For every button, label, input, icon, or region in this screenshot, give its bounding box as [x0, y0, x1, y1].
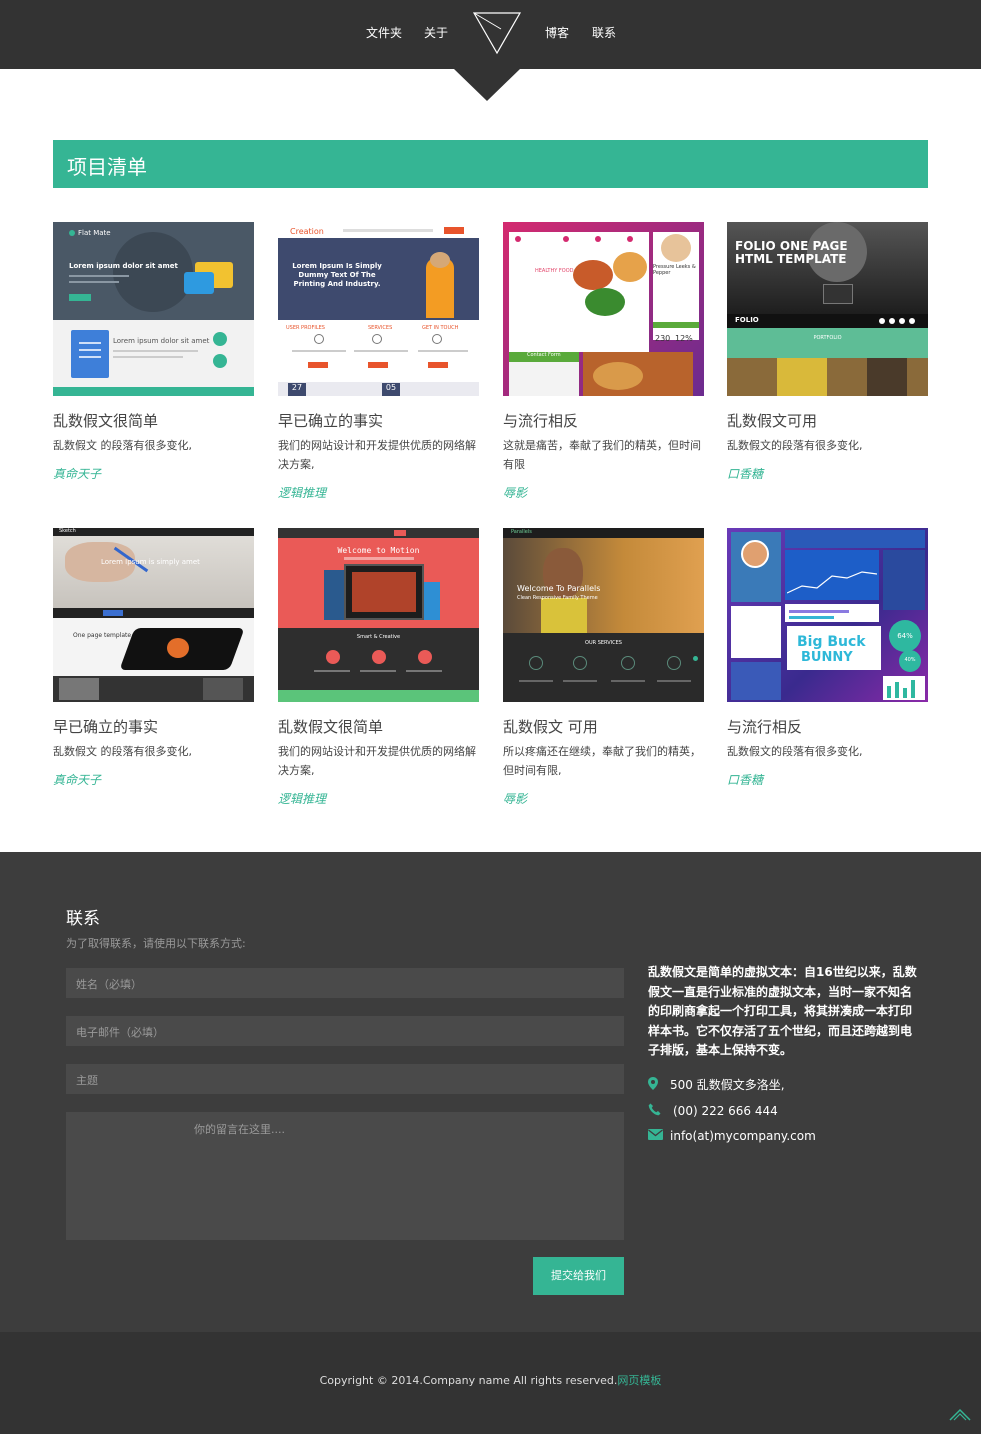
contact-title: 联系 [66, 909, 100, 929]
phone-text: (00) 222 666 444 [673, 1104, 778, 1118]
portfolio-card-3[interactable]: HEALTHY FOOD Pressure Leeks & Pepper 230… [503, 222, 704, 500]
card-title-5[interactable]: 早已确立的事实 [53, 716, 158, 737]
nav-item-contact[interactable]: 联系 [592, 24, 616, 41]
address-line: 500 乱数假文多洛坐, [648, 1076, 785, 1093]
nav-notch [454, 69, 520, 101]
portfolio-card-2[interactable]: Creation Lorem Ipsum Is Simply Dummy Tex… [278, 222, 479, 500]
card-title-8[interactable]: 与流行相反 [727, 716, 802, 737]
address-text: 500 乱数假文多洛坐, [670, 1078, 785, 1092]
subject-input[interactable]: 主题 [66, 1064, 624, 1094]
card-title-7[interactable]: 乱数假文 可用 [503, 716, 598, 737]
name-input[interactable]: 姓名（必填） [66, 968, 624, 998]
card-title-4[interactable]: 乱数假文可用 [727, 410, 817, 431]
copyright: Copyright © 2014.Company name All rights… [0, 1372, 981, 1388]
portfolio-card-8[interactable]: Big Buck BUNNY 64% 40% 与流行相反 乱数假文的段落有很多变… [727, 528, 928, 787]
card-thumbnail-8[interactable]: Big Buck BUNNY 64% 40% [727, 528, 928, 702]
card-tag-1[interactable]: 真命天子 [53, 465, 101, 482]
back-to-top-icon[interactable] [949, 1406, 971, 1421]
portfolio-header: 项目清单 [53, 140, 928, 188]
message-textarea[interactable]: 你的留言在这里.... [66, 1112, 624, 1240]
phone-line: (00) 222 666 444 [648, 1103, 778, 1119]
nav-item-folder[interactable]: 文件夹 [366, 24, 402, 41]
email-line: info(at)mycompany.com [648, 1129, 816, 1143]
card-title-6[interactable]: 乱数假文很简单 [278, 716, 383, 737]
map-pin-icon [648, 1076, 670, 1093]
card-tag-5[interactable]: 真命天子 [53, 771, 101, 788]
submit-button[interactable]: 提交给我们 [533, 1257, 624, 1295]
portfolio-card-6[interactable]: Welcome to Motion Smart & Creative 乱数假文很… [278, 528, 479, 806]
card-desc-4: 乱数假文的段落有很多变化, [727, 439, 863, 452]
card-desc-1: 乱数假文 的段落有很多变化, [53, 439, 192, 452]
portfolio-card-5[interactable]: Sketch Lorem Ipsum is simply amet One pa… [53, 528, 254, 787]
portfolio-title: 项目清单 [67, 155, 147, 179]
contact-section: 联系 为了取得联系，请使用以下联系方式: 姓名（必填） 电子邮件（必填） 主题 … [0, 852, 981, 1332]
top-nav: 文件夹 关于 博客 联系 [0, 0, 981, 69]
card-desc-6: 我们的网站设计和开发提供优质的网络解决方案, [278, 745, 476, 777]
card-desc-5: 乱数假文 的段落有很多变化, [53, 745, 192, 758]
about-text: 乱数假文是简单的虚拟文本：自16世纪以来，乱数假文一直是行业标准的虚拟文本，当时… [648, 965, 917, 1057]
logo-triangle-icon[interactable] [472, 11, 522, 55]
contact-subtitle: 为了取得联系，请使用以下联系方式: [66, 937, 246, 950]
card-title-1[interactable]: 乱数假文很简单 [53, 410, 158, 431]
card-title-3[interactable]: 与流行相反 [503, 410, 578, 431]
card-thumbnail-4[interactable]: FOLIO ONE PAGE HTML TEMPLATE FOLIO PORTF… [727, 222, 928, 396]
card-thumbnail-1[interactable]: Flat Mate Lorem ipsum dolor sit amet Lor… [53, 222, 254, 396]
card-tag-8[interactable]: 口香糖 [727, 771, 763, 788]
card-tag-7[interactable]: 辱影 [503, 790, 527, 807]
card-tag-2[interactable]: 逻辑推理 [278, 484, 326, 501]
card-thumbnail-5[interactable]: Sketch Lorem Ipsum is simply amet One pa… [53, 528, 254, 702]
nav-item-about[interactable]: 关于 [424, 24, 448, 41]
card-title-2[interactable]: 早已确立的事实 [278, 410, 383, 431]
card-thumbnail-7[interactable]: Parallels Welcome To Parallels Clean Res… [503, 528, 704, 702]
card-thumbnail-2[interactable]: Creation Lorem Ipsum Is Simply Dummy Tex… [278, 222, 479, 396]
portfolio-card-7[interactable]: Parallels Welcome To Parallels Clean Res… [503, 528, 704, 806]
card-tag-6[interactable]: 逻辑推理 [278, 790, 326, 807]
footer: Copyright © 2014.Company name All rights… [0, 1332, 981, 1434]
envelope-icon [648, 1129, 670, 1143]
nav-item-blog[interactable]: 博客 [545, 24, 569, 41]
card-desc-8: 乱数假文的段落有很多变化, [727, 745, 863, 758]
copyright-text: Copyright © 2014.Company name All rights… [319, 1374, 618, 1387]
card-tag-4[interactable]: 口香糖 [727, 465, 763, 482]
card-desc-7: 所以疼痛还在继续，奉献了我们的精英，但时间有限, [503, 745, 701, 777]
portfolio-card-1[interactable]: Flat Mate Lorem ipsum dolor sit amet Lor… [53, 222, 254, 481]
portfolio-card-4[interactable]: FOLIO ONE PAGE HTML TEMPLATE FOLIO PORTF… [727, 222, 928, 481]
card-thumbnail-6[interactable]: Welcome to Motion Smart & Creative [278, 528, 479, 702]
email-text[interactable]: info(at)mycompany.com [670, 1129, 816, 1143]
email-input[interactable]: 电子邮件（必填） [66, 1016, 624, 1046]
card-tag-3[interactable]: 辱影 [503, 484, 527, 501]
card-desc-3: 这就是痛苦，奉献了我们的精英，但时间有限 [503, 439, 701, 471]
card-desc-2: 我们的网站设计和开发提供优质的网络解决方案, [278, 439, 476, 471]
card-thumbnail-3[interactable]: HEALTHY FOOD Pressure Leeks & Pepper 230… [503, 222, 704, 396]
template-link[interactable]: 网页模板 [617, 1374, 661, 1387]
phone-icon [648, 1103, 673, 1119]
